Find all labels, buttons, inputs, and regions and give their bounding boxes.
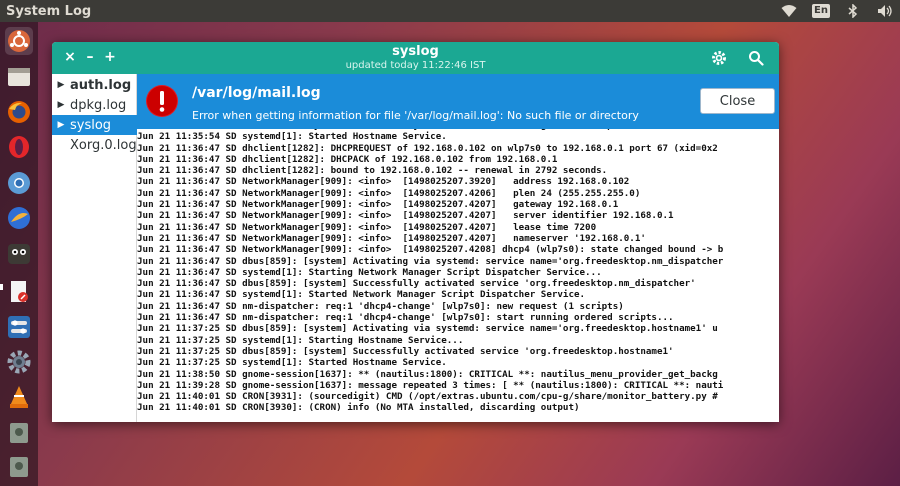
log-file-sidebar: ▶ auth.log ▶ dpkg.log ▶ syslog Xorg.0.lo… <box>52 74 137 422</box>
sidebar-item-dpkg-log[interactable]: ▶ dpkg.log <box>52 95 137 115</box>
system-settings-gear-icon[interactable] <box>5 348 33 376</box>
bluetooth-icon[interactable] <box>844 3 862 19</box>
search-icon[interactable] <box>748 50 764 66</box>
sidebar-item-label: syslog <box>70 117 112 133</box>
expander-arrow-icon[interactable]: ▶ <box>52 80 70 90</box>
expander-arrow-icon[interactable]: ▶ <box>52 100 70 110</box>
active-app-name: System Log <box>6 3 92 19</box>
log-line: Jun 21 11:37:25 SD dbus[859]: [system] A… <box>137 323 718 335</box>
log-line: Jun 21 11:39:28 SD gnome-session[1637]: … <box>137 379 724 391</box>
log-line: Jun 21 11:37:25 SD systemd[1]: Started H… <box>137 357 447 369</box>
log-line: Jun 21 11:38:50 SD gnome-session[1637]: … <box>137 368 718 380</box>
removable-drive-icon[interactable] <box>5 453 33 481</box>
firefox-icon[interactable] <box>5 98 33 126</box>
settings-gear-icon[interactable] <box>711 50 727 66</box>
launcher <box>0 22 38 486</box>
drive-icon[interactable] <box>5 419 33 447</box>
log-line: Jun 21 11:36:47 SD dhclient[1282]: bound… <box>137 165 608 177</box>
sidebar-item-syslog[interactable]: ▶ syslog <box>52 115 137 135</box>
log-line: Jun 21 11:40:01 SD CRON[3930]: (CRON) in… <box>137 402 580 414</box>
volume-icon[interactable] <box>876 3 894 19</box>
opera-icon[interactable] <box>5 133 33 161</box>
log-line: Jun 21 11:36:47 SD dhclient[1282]: DHCPR… <box>137 142 718 154</box>
log-line: Jun 21 11:36:47 SD NetworkManager[909]: … <box>137 210 674 222</box>
close-button[interactable]: Close <box>700 88 775 114</box>
log-line: Jun 21 11:36:47 SD systemd[1]: Started N… <box>137 289 586 301</box>
log-line: Jun 21 11:36:47 SD systemd[1]: Starting … <box>137 266 602 278</box>
header-bar[interactable]: × – + syslog updated today 11:22:46 IST <box>52 42 779 74</box>
error-infobar: /var/log/mail.log Error when getting inf… <box>137 74 779 129</box>
indicator-area: En <box>780 3 894 19</box>
wifi-icon[interactable] <box>780 3 798 19</box>
text-editor-icon[interactable] <box>5 278 33 306</box>
log-line: Jun 21 11:35:54 SD systemd[1]: Started H… <box>137 131 447 143</box>
log-line: Jun 21 11:36:47 SD NetworkManager[909]: … <box>137 187 641 199</box>
sidebar-item-label: auth.log <box>70 77 132 93</box>
log-line: Jun 21 11:36:47 SD dbus[859]: [system] S… <box>137 278 696 290</box>
settings-toggle-icon[interactable] <box>5 313 33 341</box>
web-browser-icon[interactable] <box>5 204 33 232</box>
dash-home-icon[interactable] <box>5 27 33 55</box>
log-line: Jun 21 11:36:47 SD NetworkManager[909]: … <box>137 199 619 211</box>
log-lines: Jun 21 11:35:54 SD dbus[859]: [system] S… <box>137 129 723 414</box>
log-line: Jun 21 11:36:47 SD nm-dispatcher: req:1 … <box>137 312 674 324</box>
log-line: Jun 21 11:37:25 SD dbus[859]: [system] S… <box>137 345 674 357</box>
gimp-icon[interactable] <box>5 240 33 268</box>
system-log-window: × – + syslog updated today 11:22:46 IST … <box>52 42 779 422</box>
files-icon[interactable] <box>5 63 33 91</box>
error-icon <box>145 84 179 118</box>
log-line: Jun 21 11:36:47 SD dhclient[1282]: DHCPA… <box>137 153 558 165</box>
log-line: Jun 21 11:36:47 SD NetworkManager[909]: … <box>137 244 724 256</box>
log-line: Jun 21 11:36:47 SD NetworkManager[909]: … <box>137 221 597 233</box>
vlc-icon[interactable] <box>5 383 33 411</box>
log-line: Jun 21 11:36:47 SD nm-dispatcher: req:1 … <box>137 300 624 312</box>
expander-arrow-icon[interactable]: ▶ <box>52 120 70 130</box>
language-badge: En <box>812 4 830 18</box>
log-line: Jun 21 11:36:47 SD NetworkManager[909]: … <box>137 176 630 188</box>
top-panel: System Log En <box>0 0 900 22</box>
error-message: Error when getting information for file … <box>192 109 639 122</box>
sidebar-item-label: dpkg.log <box>70 97 127 113</box>
log-line: Jun 21 11:40:01 SD CRON[3931]: (sourcedi… <box>137 391 718 403</box>
title-block: syslog updated today 11:22:46 IST <box>52 44 779 72</box>
log-line: Jun 21 11:37:25 SD systemd[1]: Starting … <box>137 334 464 346</box>
keyboard-language-indicator[interactable]: En <box>812 3 830 19</box>
error-title: /var/log/mail.log <box>192 85 321 101</box>
sidebar-item-xorg-log[interactable]: Xorg.0.log <box>52 135 137 155</box>
log-line: Jun 21 11:36:47 SD NetworkManager[909]: … <box>137 232 646 244</box>
window-title: syslog <box>392 44 439 59</box>
sidebar-item-auth-log[interactable]: ▶ auth.log <box>52 75 137 95</box>
sidebar-item-label: Xorg.0.log <box>70 137 137 153</box>
log-line: Jun 21 11:36:47 SD dbus[859]: [system] A… <box>137 255 724 267</box>
window-subtitle: updated today 11:22:46 IST <box>345 60 486 71</box>
log-text-view[interactable]: Jun 21 11:35:54 SD dbus[859]: [system] S… <box>137 129 779 422</box>
chromium-icon[interactable] <box>5 169 33 197</box>
launcher-running-pip <box>0 284 3 290</box>
